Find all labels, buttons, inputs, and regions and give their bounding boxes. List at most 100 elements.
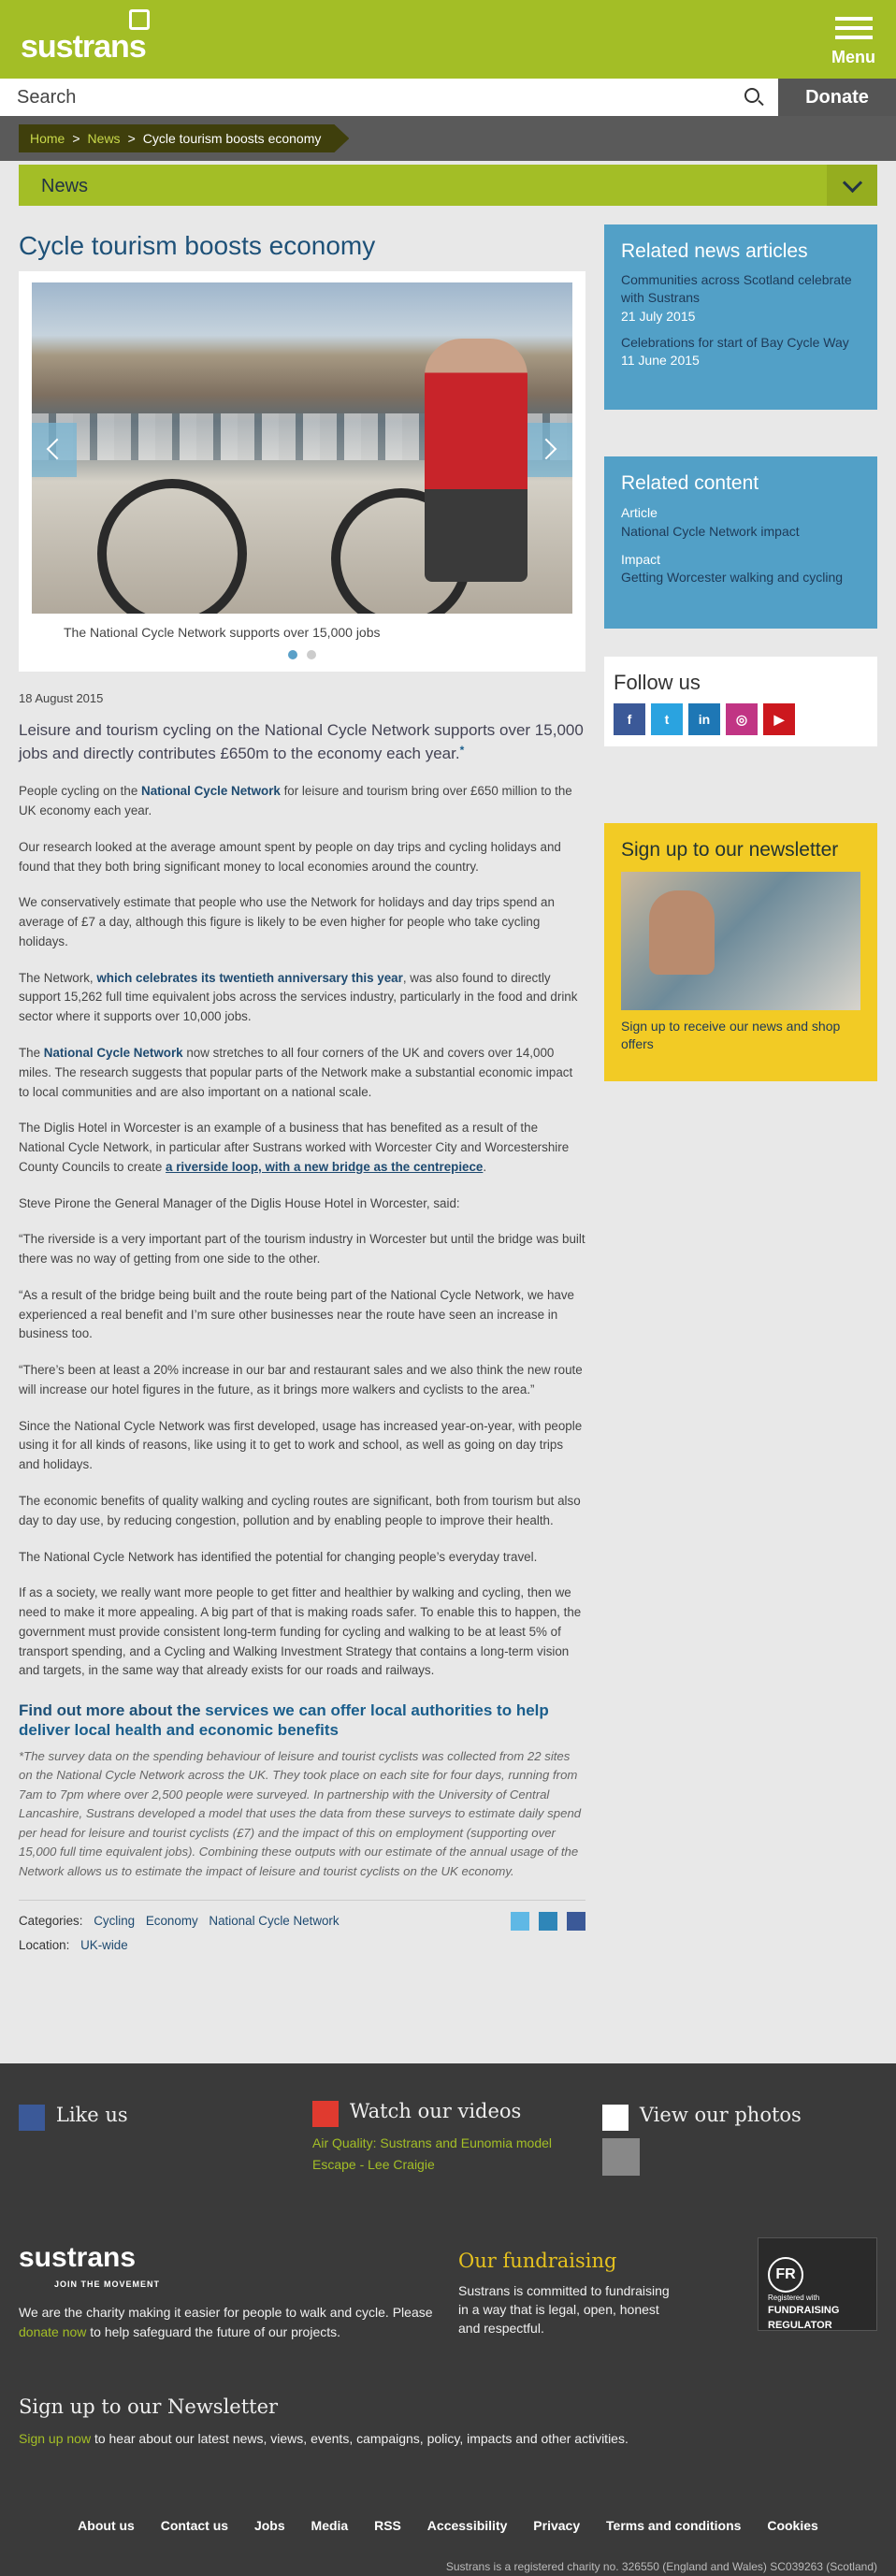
view-photos: View our photos xyxy=(602,2101,802,2177)
footer-about: sustrans JOIN THE MOVEMENT We are the ch… xyxy=(19,2237,458,2343)
search-placeholder: Search xyxy=(17,86,77,108)
footer-newsletter-text: Sign up now to hear about our latest new… xyxy=(19,2431,629,2447)
category-link[interactable]: National Cycle Network xyxy=(209,1914,339,1928)
facebook-share-icon[interactable] xyxy=(567,1912,585,1932)
page-title: Cycle tourism boosts economy xyxy=(19,231,376,260)
view-photos-label[interactable]: View our photos xyxy=(640,2104,802,2126)
regulator-small-text: Registered with xyxy=(768,2294,820,2302)
footer-nav: About us Contact us Jobs Media RSS Acces… xyxy=(0,2516,896,2535)
facebook-icon xyxy=(19,2105,45,2132)
like-us[interactable]: Like us xyxy=(19,2101,128,2132)
menu-label: Menu xyxy=(831,48,875,66)
donate-now-link[interactable]: donate now xyxy=(19,2324,86,2339)
footer-nav-link[interactable]: Terms and conditions xyxy=(606,2518,741,2533)
article-body: People cycling on the National Cycle Net… xyxy=(19,782,585,1681)
photo-thumbnail[interactable] xyxy=(602,2138,640,2177)
linkedin-icon[interactable]: in xyxy=(688,702,720,735)
top-bar: sustrans Menu xyxy=(0,0,896,79)
footer-nav-link[interactable]: About us xyxy=(78,2518,135,2533)
related-news-date: 21 July 2015 xyxy=(621,309,696,325)
article-lead: Leisure and tourism cycling on the Natio… xyxy=(19,719,585,765)
article: Cycle tourism boosts economy The Nationa… xyxy=(19,230,585,1960)
related-news-link[interactable]: Celebrations for start of Bay Cycle Way xyxy=(621,334,860,352)
flickr-icon xyxy=(602,2105,629,2132)
chevron-down-icon[interactable] xyxy=(827,165,877,206)
charity-registration: Sustrans is a registered charity no. 326… xyxy=(445,2560,877,2573)
footer-nav-link[interactable]: Jobs xyxy=(254,2518,285,2533)
content-type: Impact xyxy=(621,551,661,567)
categories-label: Categories: xyxy=(19,1914,83,1929)
search-input[interactable]: Search xyxy=(0,79,778,116)
anniversary-link[interactable]: which celebrates its twentieth anniversa… xyxy=(96,971,402,985)
logo-arrow-icon xyxy=(129,9,150,30)
riverside-loop-link[interactable]: a riverside loop, with a new bridge as t… xyxy=(166,1160,483,1174)
footer-nav-link[interactable]: RSS xyxy=(374,2518,401,2533)
fundraising-regulator-badge[interactable]: FR Registered with FUNDRAISING REGULATOR xyxy=(758,2237,877,2331)
twitter-icon[interactable]: t xyxy=(651,702,683,735)
paragraph: Since the National Cycle Network was fir… xyxy=(19,1418,583,1472)
related-news-box: Related news articles Communities across… xyxy=(604,224,877,410)
instagram-icon[interactable]: ◎ xyxy=(726,702,758,735)
carousel-dot-2[interactable] xyxy=(306,649,316,659)
footer-nav-link[interactable]: Media xyxy=(311,2518,349,2533)
footer-logo[interactable]: sustrans JOIN THE MOVEMENT xyxy=(19,2237,458,2291)
fundraising-title: Our fundraising xyxy=(458,2250,617,2272)
youtube-icon[interactable]: ▶ xyxy=(763,702,795,735)
image-caption: The National Cycle Network supports over… xyxy=(64,624,381,640)
carousel-next-arrow-icon[interactable] xyxy=(527,422,572,477)
youtube-icon xyxy=(312,2101,339,2128)
national-cycle-network-link[interactable]: National Cycle Network xyxy=(141,784,281,798)
paragraph: We conservatively estimate that people w… xyxy=(19,895,555,948)
paragraph: The economic benefits of quality walking… xyxy=(19,1493,581,1527)
sustrans-logo[interactable]: sustrans xyxy=(21,9,150,70)
category-link[interactable]: Economy xyxy=(146,1914,198,1928)
linkedin-share-icon[interactable] xyxy=(539,1912,557,1932)
related-content-box: Related content Article National Cycle N… xyxy=(604,456,877,629)
breadcrumb-separator: > xyxy=(72,130,80,146)
quote: “The riverside is a very important part … xyxy=(19,1232,585,1266)
footer-nav-link[interactable]: Privacy xyxy=(533,2518,580,2533)
donate-button[interactable]: Donate xyxy=(778,79,896,116)
carousel-dot-1[interactable] xyxy=(288,649,298,659)
related-news-date: 11 June 2015 xyxy=(621,353,700,369)
related-content-link[interactable]: National Cycle Network impact xyxy=(621,523,860,541)
related-content-link[interactable]: Getting Worcester walking and cycling xyxy=(621,569,860,586)
video-link[interactable]: Escape - Lee Craigie xyxy=(312,2154,552,2175)
share-buttons xyxy=(511,1912,585,1932)
breadcrumb-separator: > xyxy=(127,130,136,146)
twitter-share-icon[interactable] xyxy=(511,1912,529,1932)
paragraph: The Network, which celebrates its twenti… xyxy=(19,970,578,1024)
category-link[interactable]: Cycling xyxy=(94,1914,135,1928)
footer-nav-link[interactable]: Cookies xyxy=(767,2518,817,2533)
breadcrumb-bar: Home > News > Cycle tourism boosts econo… xyxy=(0,116,896,161)
breadcrumb-home[interactable]: Home xyxy=(30,129,65,148)
watch-videos: Watch our videos Air Quality: Sustrans a… xyxy=(312,2097,552,2175)
newsletter-title[interactable]: Sign up to our newsletter xyxy=(621,836,860,864)
newsletter-box: Sign up to our newsletter Sign up to rec… xyxy=(604,823,877,1081)
location-label: Location: xyxy=(19,1937,70,1952)
related-news-link[interactable]: Communities across Scotland celebrate wi… xyxy=(621,271,860,307)
location-link[interactable]: UK-wide xyxy=(80,1938,128,1952)
national-cycle-network-link[interactable]: National Cycle Network xyxy=(44,1046,183,1060)
facebook-icon[interactable]: f xyxy=(614,702,645,735)
carousel-prev-arrow-icon[interactable] xyxy=(32,422,77,477)
footer-nav-link[interactable]: Contact us xyxy=(161,2518,228,2533)
menu-button[interactable]: Menu xyxy=(831,17,875,69)
footer-logo-tagline: JOIN THE MOVEMENT xyxy=(54,2279,161,2289)
newsletter-text[interactable]: Sign up to receive our news and shop off… xyxy=(621,1018,860,1053)
image-carousel: The National Cycle Network supports over… xyxy=(19,270,585,673)
news-section-toggle[interactable]: News xyxy=(19,165,877,206)
search-bar: Search Donate xyxy=(0,79,896,116)
search-icon[interactable] xyxy=(744,88,759,103)
paragraph: The Diglis Hotel in Worcester is an exam… xyxy=(19,1121,570,1174)
video-link[interactable]: Air Quality: Sustrans and Eunomia model xyxy=(312,2133,552,2153)
footer-nav-link[interactable]: Accessibility xyxy=(427,2518,508,2533)
survey-footnote: *The survey data on the spending behavio… xyxy=(19,1748,582,1878)
breadcrumb-news[interactable]: News xyxy=(88,129,121,148)
footnote-link[interactable]: * xyxy=(460,744,465,757)
watch-videos-label: Watch our videos xyxy=(349,2100,522,2122)
quote: “As a result of the bridge being built a… xyxy=(19,1287,574,1341)
footer-fundraising: Our fundraising Sustrans is committed to… xyxy=(458,2247,683,2337)
related-content-title: Related content xyxy=(621,472,759,494)
sign-up-now-link[interactable]: Sign up now xyxy=(19,2431,91,2446)
